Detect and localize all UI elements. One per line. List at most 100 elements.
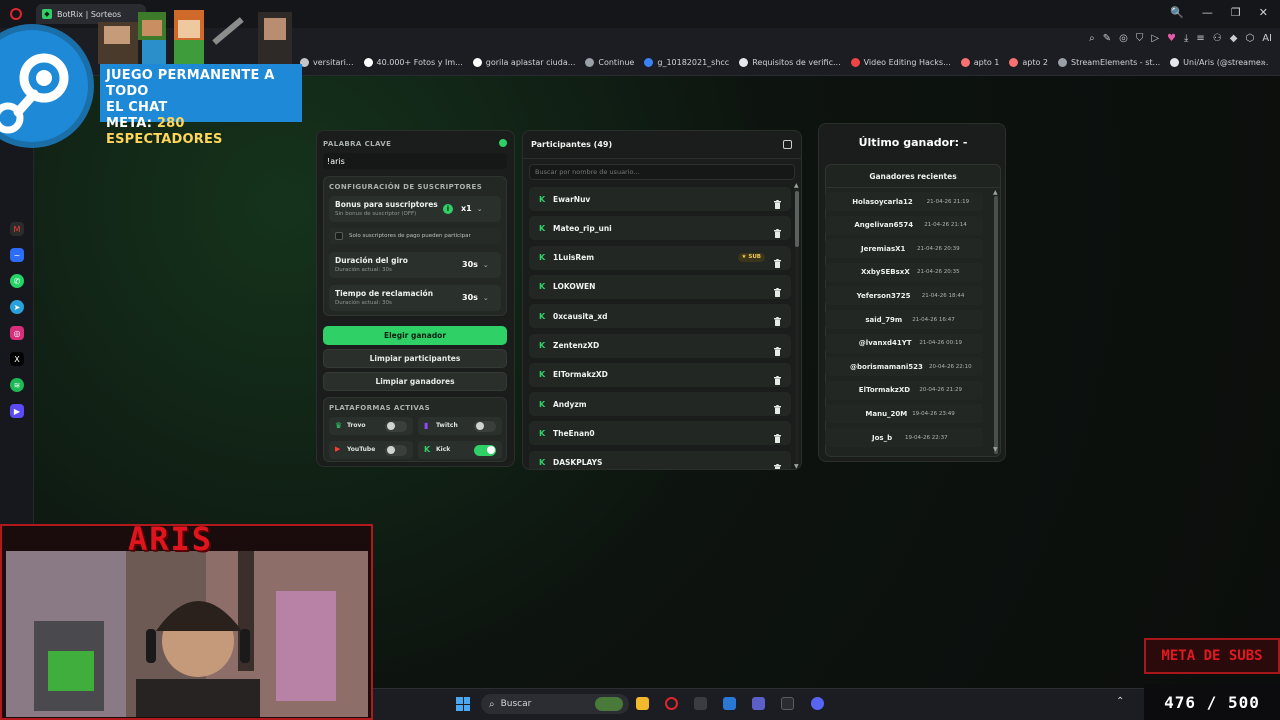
profile-icon[interactable]: ⚇ xyxy=(1213,33,1222,44)
messenger-icon[interactable]: ~ xyxy=(10,248,24,262)
bookmark-item[interactable]: gorila aplastar ciuda... xyxy=(472,58,575,67)
camera-icon[interactable]: ◎ xyxy=(1119,33,1128,44)
subs-goal-count: 476 / 500 xyxy=(1144,684,1280,720)
spotify-icon[interactable]: ≋ xyxy=(10,378,24,392)
keyword-input[interactable]: !aris xyxy=(323,153,507,169)
instagram-icon[interactable]: ◎ xyxy=(10,326,24,340)
kick-toggle[interactable] xyxy=(474,444,496,456)
participant-row: K Andyzm xyxy=(529,392,791,417)
claim-time-select[interactable]: 30s ⌄ xyxy=(462,293,489,302)
bonus-multiplier-select[interactable]: x1 ⌄ xyxy=(461,204,483,213)
tray-chevron-icon[interactable]: ⌃ xyxy=(1116,696,1124,707)
winners-scroll-thumb[interactable] xyxy=(994,196,998,454)
kick-icon: K xyxy=(539,253,546,263)
clear-participants-button[interactable]: Limpiar participantes xyxy=(323,349,507,368)
winners-scroll-up-icon[interactable]: ▲ xyxy=(993,189,998,196)
play-icon[interactable]: ▷ xyxy=(1151,33,1159,44)
trash-icon[interactable] xyxy=(774,311,781,327)
app-icon[interactable] xyxy=(723,697,736,710)
winners-panel: Último ganador: - Ganadores recientes Ho… xyxy=(818,123,1006,462)
extension-icon[interactable]: ◆ xyxy=(1230,33,1238,44)
lens-icon[interactable]: ⌕ xyxy=(1089,33,1095,44)
overlay-banner: JUEGO PERMANENTE A TODO EL CHAT META: 28… xyxy=(100,64,302,147)
paid-only-row[interactable]: Solo suscriptores de pago pueden partici… xyxy=(329,228,501,244)
windows-start-icon[interactable] xyxy=(456,697,470,711)
pick-winner-button[interactable]: Elegir ganador xyxy=(323,326,507,345)
bookmark-item[interactable]: versitari... xyxy=(300,58,354,67)
search-tabs-icon[interactable]: 🔍 xyxy=(1170,6,1184,19)
platforms-card: PLATAFORMAS ACTIVAS ♛ Trovo ▮ Twitch ▶ Y… xyxy=(323,397,507,462)
participant-name: 0xcausita_xd xyxy=(553,311,608,321)
player-icon[interactable]: ▶ xyxy=(10,404,24,418)
discord-icon[interactable] xyxy=(811,697,824,710)
shield-icon[interactable]: ⛉ xyxy=(1136,33,1144,44)
winner-name: @borismamani523 xyxy=(850,362,923,371)
calculator-icon[interactable] xyxy=(694,697,707,710)
heart-icon[interactable]: ♥ xyxy=(1167,33,1176,44)
bookmark-item[interactable]: apto 1 xyxy=(960,58,999,67)
trash-icon[interactable] xyxy=(774,399,781,415)
telegram-icon[interactable]: ➤ xyxy=(10,300,24,314)
download-icon[interactable]: ⤓ xyxy=(1184,33,1188,44)
webcam-feed xyxy=(6,551,368,717)
bookmark-item[interactable]: Video Editing Hacks... xyxy=(850,58,951,67)
subscriber-config-card: CONFIGURACIÓN DE SUSCRIPTORES Bonus para… xyxy=(323,176,507,316)
youtube-toggle[interactable] xyxy=(385,444,407,456)
file-explorer-icon[interactable] xyxy=(636,697,649,710)
banner-meta-label: META: xyxy=(106,116,153,131)
store-icon[interactable] xyxy=(781,697,794,710)
trash-icon[interactable] xyxy=(774,458,781,469)
bookmark-item[interactable]: g_10182021_shcc xyxy=(644,58,729,67)
bookmark-label: Video Editing Hacks... xyxy=(863,58,951,67)
menu-icon[interactable]: ≡ xyxy=(1196,33,1204,44)
bookmarks-overflow-icon[interactable]: » xyxy=(1260,58,1266,68)
participants-scroll-thumb[interactable] xyxy=(795,191,799,247)
winner-date: 21-04-26 20:39 xyxy=(917,245,960,252)
x-twitter-icon[interactable]: X xyxy=(10,352,24,366)
maximize-icon[interactable]: ❐ xyxy=(1231,6,1241,19)
paid-only-checkbox[interactable] xyxy=(335,232,343,240)
participant-search-input[interactable] xyxy=(529,164,795,180)
trash-icon[interactable] xyxy=(774,194,781,209)
trash-icon[interactable] xyxy=(774,282,781,297)
trash-icon[interactable] xyxy=(774,370,781,385)
teams-icon[interactable] xyxy=(752,697,765,710)
bookmark-item[interactable]: Continue xyxy=(585,58,634,67)
platform-twitch: ▮ Twitch xyxy=(418,417,502,435)
spin-duration-select[interactable]: 30s ⌄ xyxy=(462,260,489,269)
bookmark-favicon-icon xyxy=(585,58,595,67)
copy-icon[interactable] xyxy=(783,140,792,149)
bookmark-item[interactable]: StreamElements - st... xyxy=(1058,58,1160,67)
scroll-down-icon[interactable]: ▼ xyxy=(794,463,799,469)
trovo-icon: ♛ xyxy=(335,421,343,430)
twitch-toggle[interactable] xyxy=(474,420,496,432)
winner-name: said_79m xyxy=(865,315,903,324)
whatsapp-icon[interactable]: ✆ xyxy=(10,274,24,288)
keyword-status-icon xyxy=(499,139,507,147)
kick-icon: K xyxy=(539,370,546,380)
edit-icon[interactable]: ✎ xyxy=(1103,33,1111,44)
winner-row: @borismamani523 20-04-26 22:10 xyxy=(825,357,983,377)
trash-icon[interactable] xyxy=(774,428,781,444)
minimize-icon[interactable]: — xyxy=(1202,6,1213,19)
close-icon[interactable]: ✕ xyxy=(1259,6,1268,19)
cube-icon[interactable]: ⬡ xyxy=(1245,33,1254,44)
trash-icon[interactable] xyxy=(774,253,781,268)
trash-icon[interactable] xyxy=(774,341,781,356)
trash-icon[interactable] xyxy=(774,223,781,239)
bookmark-favicon-icon xyxy=(739,58,749,67)
opera-taskbar-icon[interactable] xyxy=(665,697,678,710)
winner-row: Holasoycarla12 21-04-26 21:19 xyxy=(825,192,983,211)
trovo-toggle[interactable] xyxy=(385,420,407,432)
taskbar-search[interactable]: ⌕ Buscar xyxy=(481,694,629,714)
gmail-icon[interactable]: M xyxy=(10,222,24,236)
scroll-up-icon[interactable]: ▲ xyxy=(794,182,799,189)
bookmark-item[interactable]: apto 2 xyxy=(1009,58,1048,67)
bookmark-item[interactable]: Uni/Aris (@streame... xyxy=(1170,58,1268,67)
winners-scroll-down-icon[interactable]: ▼ xyxy=(993,446,998,453)
clear-winners-button[interactable]: Limpiar ganadores xyxy=(323,372,507,391)
ai-icon[interactable]: AI xyxy=(1262,33,1272,44)
bookmark-item[interactable]: 40.000+ Fotos y Im... xyxy=(363,58,463,67)
bookmark-item[interactable]: Requisitos de verific... xyxy=(739,58,841,67)
winner-row: Yeferson3725 21-04-26 18:44 xyxy=(825,286,983,306)
